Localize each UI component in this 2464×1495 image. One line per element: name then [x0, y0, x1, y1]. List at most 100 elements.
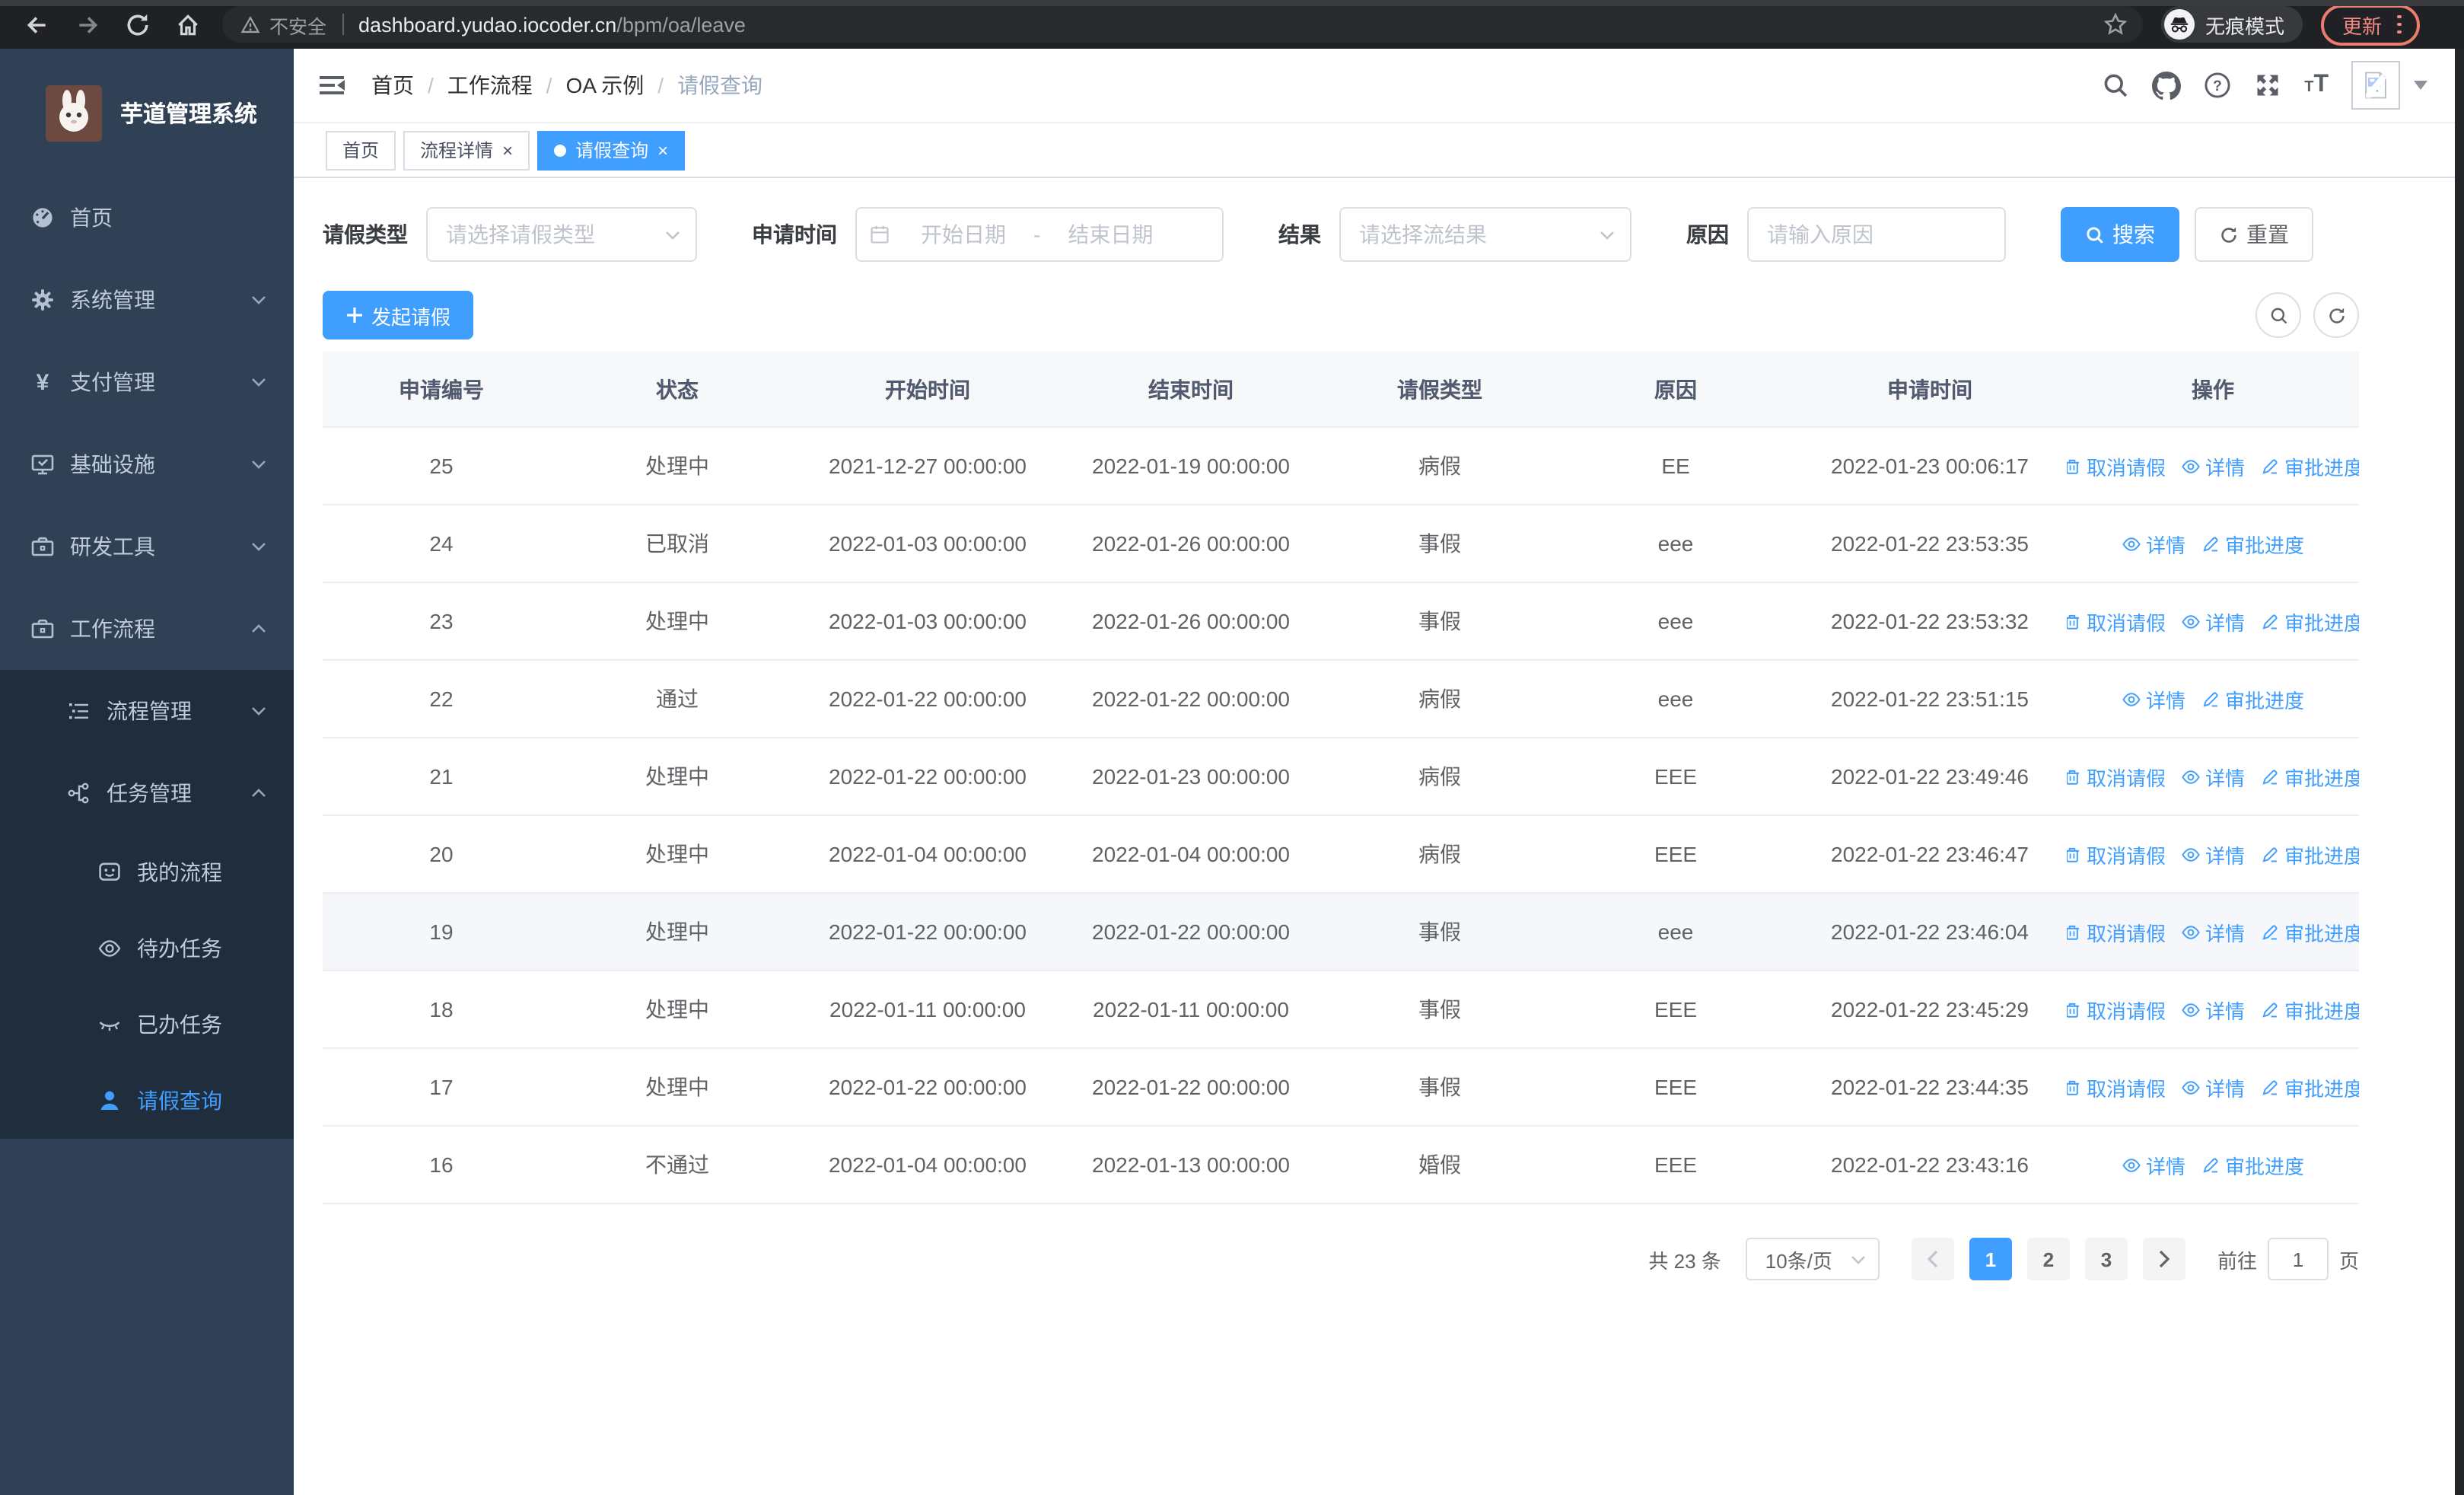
- cell: 不通过: [560, 1126, 794, 1204]
- tab-流程详情[interactable]: 流程详情 ×: [403, 130, 530, 170]
- action-cancel-link[interactable]: 取消请假: [2067, 840, 2166, 869]
- sidebar-item-task-mgmt[interactable]: 任务管理: [0, 752, 294, 834]
- sidebar-item-devtools[interactable]: 研发工具: [0, 505, 294, 588]
- sidebar-item-done-task[interactable]: 已办任务: [0, 987, 294, 1063]
- tab-请假查询[interactable]: 请假查询 ×: [537, 130, 686, 170]
- search-button[interactable]: 搜索: [2061, 207, 2179, 262]
- prev-page-button[interactable]: [1911, 1238, 1954, 1280]
- url-path[interactable]: /bpm/oa/leave: [616, 13, 746, 36]
- url-host[interactable]: dashboard.yudao.iocoder.cn: [358, 13, 616, 36]
- breadcrumb-home[interactable]: 首页: [371, 70, 414, 100]
- action-progress-link[interactable]: 审批进度: [2201, 1150, 2304, 1179]
- page-button-1[interactable]: 1: [1969, 1238, 2012, 1280]
- action-progress-link[interactable]: 审批进度: [2201, 684, 2304, 713]
- table-row: 21 处理中 2022-01-22 00:00:00 2022-01-23 00:00…: [323, 738, 2359, 816]
- action-progress-link[interactable]: 审批进度: [2201, 529, 2304, 558]
- action-detail-link[interactable]: 详情: [2181, 917, 2245, 946]
- action-label: 详情: [2205, 1077, 2246, 1100]
- leave-type-select[interactable]: 请选择请假类型: [426, 207, 697, 262]
- start-date-input[interactable]: [896, 221, 1030, 248]
- help-icon[interactable]: ?: [2204, 72, 2231, 99]
- create-leave-button[interactable]: 发起请假: [323, 291, 474, 339]
- sidebar-item-payment[interactable]: ¥ 支付管理: [0, 341, 294, 423]
- action-cancel-link[interactable]: 取消请假: [2067, 607, 2166, 636]
- gear-icon: [30, 288, 55, 312]
- update-button[interactable]: 更新: [2321, 4, 2420, 45]
- cell: 病假: [1321, 815, 1558, 894]
- sidebar-item-todo-task[interactable]: 待办任务: [0, 910, 294, 987]
- cell: 婚假: [1321, 1126, 1558, 1204]
- action-cancel-link[interactable]: 取消请假: [2067, 1073, 2166, 1101]
- bookmark-star-icon[interactable]: [2103, 12, 2128, 37]
- apply-time-range[interactable]: -: [855, 207, 1224, 262]
- browser-menu-icon[interactable]: [2397, 14, 2402, 34]
- page-size-select[interactable]: 10条/页: [1745, 1238, 1880, 1280]
- action-progress-link[interactable]: 审批进度: [2260, 451, 2359, 480]
- action-cancel-link[interactable]: 取消请假: [2067, 451, 2166, 480]
- action-detail-link[interactable]: 详情: [2181, 995, 2245, 1024]
- url-divider: [342, 14, 344, 35]
- table-row: 24 已取消 2022-01-03 00:00:00 2022-01-26 00:00…: [323, 505, 2359, 583]
- action-detail-link[interactable]: 详情: [2122, 529, 2185, 558]
- goto-page-input[interactable]: [2267, 1238, 2329, 1280]
- leave-type-label: 请假类型: [323, 222, 408, 247]
- action-detail-link[interactable]: 详情: [2181, 762, 2245, 791]
- action-progress-link[interactable]: 审批进度: [2260, 762, 2359, 791]
- forward-icon[interactable]: [73, 11, 100, 38]
- tab-首页[interactable]: 首页: [326, 130, 396, 170]
- action-progress-link[interactable]: 审批进度: [2260, 840, 2359, 869]
- result-select[interactable]: 请选择流结果: [1339, 207, 1632, 262]
- sidebar-item-workflow[interactable]: 工作流程: [0, 588, 294, 670]
- page-scrollbar[interactable]: [2455, 49, 2464, 1495]
- close-icon[interactable]: ×: [657, 141, 668, 159]
- font-size-icon[interactable]: TT: [2304, 72, 2329, 99]
- cell: eee: [1558, 660, 1793, 738]
- sidebar-item-system[interactable]: 系统管理: [0, 259, 294, 341]
- toggle-search-button[interactable]: [2255, 292, 2301, 338]
- next-page-button[interactable]: [2142, 1238, 2185, 1280]
- hamburger-icon[interactable]: [317, 70, 347, 100]
- action-detail-link[interactable]: 详情: [2181, 607, 2245, 636]
- action-progress-link[interactable]: 审批进度: [2260, 995, 2359, 1024]
- close-icon[interactable]: ×: [502, 141, 513, 159]
- sidebar-item-infrastructure[interactable]: 基础设施: [0, 423, 294, 505]
- sidebar-item-leave-query[interactable]: 请假查询: [0, 1063, 294, 1139]
- sidebar-item-home[interactable]: 首页: [0, 177, 294, 259]
- back-icon[interactable]: [23, 11, 50, 38]
- cell: 病假: [1321, 738, 1558, 816]
- cell: 2022-01-22 23:45:29: [1793, 971, 2067, 1049]
- search-icon[interactable]: [2102, 72, 2129, 99]
- reload-icon[interactable]: [123, 11, 151, 38]
- action-detail-link[interactable]: 详情: [2181, 1073, 2245, 1101]
- refresh-table-button[interactable]: [2313, 292, 2359, 338]
- end-date-input[interactable]: [1043, 221, 1178, 248]
- breadcrumb-workflow[interactable]: 工作流程: [447, 70, 533, 100]
- fullscreen-icon[interactable]: [2254, 72, 2281, 99]
- logo-row[interactable]: 芋道管理系统: [0, 49, 294, 177]
- cell: eee: [1558, 505, 1793, 583]
- action-cancel-link[interactable]: 取消请假: [2067, 917, 2166, 946]
- action-detail-link[interactable]: 详情: [2122, 1150, 2185, 1179]
- action-cancel-link[interactable]: 取消请假: [2067, 762, 2166, 791]
- chevron-down-icon[interactable]: [2414, 81, 2427, 90]
- avatar[interactable]: [2351, 61, 2400, 110]
- breadcrumb-oa-example[interactable]: OA 示例: [566, 70, 645, 100]
- sidebar-item-my-process[interactable]: 我的流程: [0, 834, 294, 910]
- action-progress-link[interactable]: 审批进度: [2260, 917, 2359, 946]
- action-progress-link[interactable]: 审批进度: [2260, 607, 2359, 636]
- home-icon[interactable]: [173, 11, 201, 38]
- security-label[interactable]: 不安全: [269, 10, 326, 39]
- action-detail-link[interactable]: 详情: [2181, 840, 2245, 869]
- reset-button[interactable]: 重置: [2195, 207, 2313, 262]
- github-icon[interactable]: [2152, 71, 2182, 100]
- action-cancel-link[interactable]: 取消请假: [2067, 995, 2166, 1024]
- update-label[interactable]: 更新: [2342, 10, 2382, 39]
- reason-input[interactable]: [1747, 207, 2006, 262]
- action-detail-link[interactable]: 详情: [2122, 684, 2185, 713]
- url-bar[interactable]: 不安全 dashboard.yudao.iocoder.cn /bpm/oa/l…: [222, 6, 2143, 43]
- page-button-3[interactable]: 3: [2084, 1238, 2128, 1280]
- action-progress-link[interactable]: 审批进度: [2260, 1073, 2359, 1101]
- action-detail-link[interactable]: 详情: [2181, 451, 2245, 480]
- sidebar-item-process-mgmt[interactable]: 流程管理: [0, 670, 294, 752]
- page-button-2[interactable]: 2: [2026, 1238, 2070, 1280]
